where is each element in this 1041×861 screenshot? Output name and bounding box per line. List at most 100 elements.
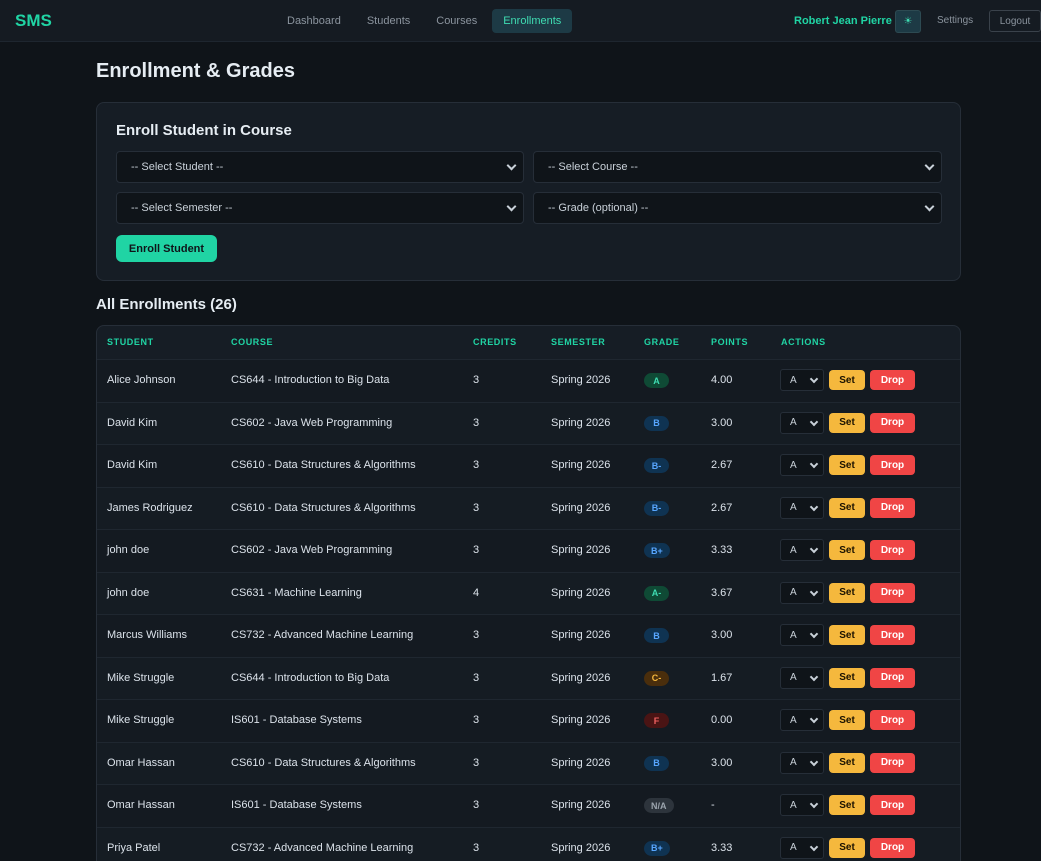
set-grade-button[interactable]: Set [829,752,865,773]
course-name: IS601 - Database Systems [231,799,362,811]
enrollments-list-title: All Enrollments (26) [96,296,237,313]
grade-select[interactable]: -- Grade (optional) -- [533,192,942,224]
course-name: CS644 - Introduction to Big Data [231,374,390,386]
table-row: David Kim CS610 - Data Structures & Algor… [97,444,960,487]
student-select[interactable]: -- Select Student -- [116,151,524,183]
grade-badge: N/A [644,798,674,813]
table-row: James Rodriguez CS610 - Data Structures &… [97,486,960,529]
course-name: CS610 - Data Structures & Algorithms [231,459,416,471]
grade-change-select[interactable]: A [780,709,824,731]
drop-enrollment-button[interactable]: Drop [870,752,915,773]
grade-badge: C- [644,670,669,686]
chevron-down-icon [809,417,819,426]
drop-enrollment-button[interactable]: Drop [870,582,915,603]
column-header-semester: SEMESTER [551,337,606,347]
column-header-points: POINTS [711,337,749,347]
chevron-down-icon [809,502,819,511]
drop-enrollment-button[interactable]: Drop [870,412,915,433]
chevron-down-icon [506,201,517,212]
drop-enrollment-button[interactable]: Drop [870,710,915,730]
points-value: 1.67 [711,671,733,684]
credits-value: 3 [473,799,480,811]
settings-link[interactable]: Settings [937,15,973,26]
nav-students[interactable]: Students [356,9,421,33]
enroll-student-button[interactable]: Enroll Student [116,235,217,262]
course-name: CS732 - Advanced Machine Learning [231,841,414,854]
drop-enrollment-button[interactable]: Drop [870,625,915,645]
chevron-down-icon [809,587,819,596]
grade-change-select[interactable]: A [780,624,824,646]
brand-logo[interactable]: SMS [15,11,52,31]
enroll-form-card: Enroll Student in Course -- Select Stude… [96,102,961,281]
grade-change-value: A [790,842,797,853]
course-select[interactable]: -- Select Course -- [533,151,942,183]
nav-dashboard[interactable]: Dashboard [276,9,352,33]
grade-change-select[interactable]: A [780,496,824,519]
semester-select-value: -- Select Semester -- [131,202,233,214]
enroll-form-title: Enroll Student in Course [116,122,292,139]
chevron-down-icon [809,374,819,384]
page-title: Enrollment & Grades [96,60,295,82]
grade-select-value: -- Grade (optional) -- [548,202,649,214]
grade-badge: B+ [644,543,670,558]
chevron-down-icon [506,160,517,171]
chevron-down-icon [809,544,819,554]
points-value: 2.67 [711,459,733,471]
set-grade-button[interactable]: Set [829,582,865,603]
chevron-down-icon [809,799,819,809]
grade-change-value: A [790,714,797,726]
semester-value: Spring 2026 [551,714,611,726]
course-name: CS631 - Machine Learning [231,586,362,599]
theme-toggle-button[interactable]: ☀ [895,10,921,33]
student-name: john doe [107,544,150,556]
main-nav: Dashboard Students Courses Enrollments [276,9,573,33]
credits-value: 3 [473,544,480,556]
set-grade-button[interactable]: Set [829,455,865,475]
enrollments-table: STUDENT COURSE CREDITS SEMESTER GRADE PO… [96,325,961,861]
drop-enrollment-button[interactable]: Drop [870,455,915,475]
top-nav-bar: SMS Dashboard Students Courses Enrollmen… [0,0,1041,42]
grade-badge: B [644,415,669,431]
grade-change-select[interactable]: A [780,369,824,391]
credits-value: 3 [473,459,480,471]
grade-badge: B- [644,500,669,516]
grade-change-select[interactable]: A [780,454,824,476]
nav-enrollments[interactable]: Enrollments [492,9,573,33]
credits-value: 3 [473,629,480,641]
set-grade-button[interactable]: Set [829,497,865,518]
grade-change-select[interactable]: A [780,836,824,859]
drop-enrollment-button[interactable]: Drop [870,837,915,858]
points-value: 2.67 [711,501,733,514]
drop-enrollment-button[interactable]: Drop [870,667,915,688]
drop-enrollment-button[interactable]: Drop [870,370,915,390]
semester-value: Spring 2026 [551,671,611,684]
column-header-student: STUDENT [107,337,154,347]
set-grade-button[interactable]: Set [829,370,865,390]
grade-change-value: A [790,799,797,811]
set-grade-button[interactable]: Set [829,625,865,645]
semester-select[interactable]: -- Select Semester -- [116,192,524,224]
table-row: john doe CS631 - Machine Learning 4 Spring … [97,571,960,614]
logout-button[interactable]: Logout [989,10,1041,32]
grade-change-select[interactable]: A [780,794,824,816]
drop-enrollment-button[interactable]: Drop [870,540,915,560]
grade-badge: B- [644,458,669,473]
chevron-down-icon [924,160,935,171]
set-grade-button[interactable]: Set [829,710,865,730]
grade-change-select[interactable]: A [780,751,824,774]
grade-change-select[interactable]: A [780,581,824,604]
chevron-down-icon [809,842,819,851]
set-grade-button[interactable]: Set [829,837,865,858]
grade-change-select[interactable]: A [780,666,824,689]
drop-enrollment-button[interactable]: Drop [870,497,915,518]
set-grade-button[interactable]: Set [829,412,865,433]
set-grade-button[interactable]: Set [829,667,865,688]
table-row: Mike Struggle CS644 - Introduction to Big… [97,656,960,699]
set-grade-button[interactable]: Set [829,540,865,560]
grade-change-select[interactable]: A [780,539,824,561]
grade-change-select[interactable]: A [780,411,824,434]
set-grade-button[interactable]: Set [829,795,865,815]
nav-courses[interactable]: Courses [425,9,488,33]
drop-enrollment-button[interactable]: Drop [870,795,915,815]
grade-change-value: A [790,544,797,556]
